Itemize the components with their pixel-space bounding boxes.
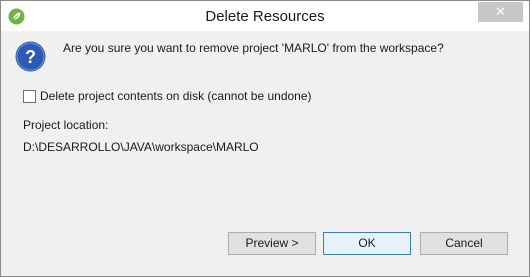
svg-text:?: ? [25, 47, 36, 67]
ok-button[interactable]: OK [323, 232, 411, 255]
delete-contents-label[interactable]: Delete project contents on disk (cannot … [40, 89, 312, 103]
close-icon: ✕ [495, 4, 506, 19]
window-title: Delete Resources [205, 8, 325, 25]
title-bar: Delete Resources ✕ [1, 1, 529, 31]
delete-resources-dialog: Delete Resources ✕ ? Are you sure you wa… [0, 0, 530, 277]
delete-contents-option[interactable]: Delete project contents on disk (cannot … [23, 88, 312, 104]
project-location-path: D:\DESARROLLO\JAVA\workspace\MARLO [23, 140, 259, 154]
project-location-label: Project location: [23, 118, 109, 132]
preview-button[interactable]: Preview > [228, 232, 316, 255]
cancel-button[interactable]: Cancel [420, 232, 508, 255]
dialog-content: ? Are you sure you want to remove projec… [1, 31, 529, 276]
question-icon: ? [15, 41, 46, 72]
confirmation-question: Are you sure you want to remove project … [63, 41, 444, 55]
close-button[interactable]: ✕ [478, 2, 523, 22]
delete-contents-checkbox[interactable] [23, 89, 36, 103]
